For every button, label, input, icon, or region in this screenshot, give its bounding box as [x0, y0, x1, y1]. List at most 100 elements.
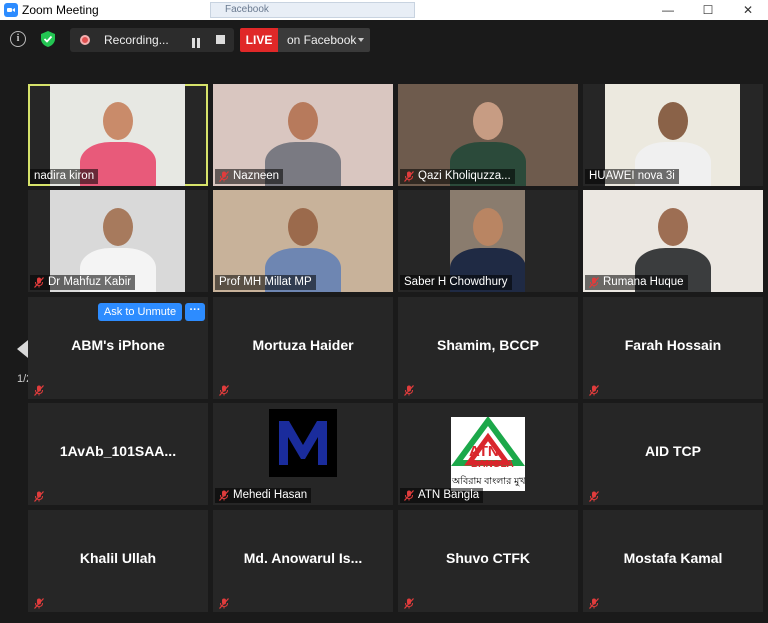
participant-tile[interactable]: nadira kiron — [28, 84, 208, 186]
zoom-app-icon — [4, 3, 18, 17]
participant-name-tag: Saber H Chowdhury — [400, 275, 512, 290]
recording-indicator-icon — [80, 35, 90, 45]
participant-name-tag: Nazneen — [215, 169, 284, 184]
participant-name: Md. Anowarul Is... — [243, 550, 363, 566]
muted-mic-icon — [219, 596, 229, 609]
person-head — [473, 102, 503, 140]
pause-recording-icon[interactable] — [192, 35, 202, 48]
participant-name: Mortuza Haider — [252, 337, 354, 353]
participant-name-tag: Qazi Kholiquzza... — [400, 169, 515, 184]
participant-name: Rumana Huque — [603, 276, 684, 288]
window-titlebar: Zoom Meeting Facebook — ☐ ✕ — [0, 0, 768, 20]
recording-panel: Recording... — [70, 28, 234, 52]
person-head — [472, 208, 503, 246]
muted-mic-icon — [219, 171, 229, 182]
participant-tile[interactable]: Mehedi Hasan — [213, 403, 393, 505]
window-title: Zoom Meeting — [22, 3, 99, 17]
m-logo-icon — [279, 421, 327, 465]
encryption-shield-icon[interactable] — [40, 30, 56, 48]
participant-tile[interactable]: Saber H Chowdhury — [398, 190, 578, 292]
muted-mic-icon — [589, 596, 599, 609]
participant-name: Mehedi Hasan — [233, 489, 308, 501]
participant-name: ATN Bangla — [418, 489, 480, 501]
muted-mic-icon — [404, 383, 414, 396]
participant-name: Shamim, BCCP — [437, 337, 539, 353]
muted-mic-icon — [219, 383, 229, 396]
person-head — [288, 208, 318, 246]
muted-mic-icon — [404, 171, 414, 182]
participant-name: Nazneen — [233, 170, 280, 182]
participant-name: 1AvAb_101SAA... — [59, 443, 177, 459]
participant-tile[interactable]: Dr Mahfuz Kabir — [28, 190, 208, 292]
participant-name-tag: ATN Bangla — [400, 488, 484, 503]
participant-name: Mostafa Kamal — [623, 550, 723, 566]
atn-logo-text: ATN — [469, 443, 499, 460]
participant-tile[interactable]: Mostafa Kamal — [583, 510, 763, 612]
person-head — [658, 208, 688, 246]
participant-name: AID TCP — [645, 443, 701, 459]
live-badge: LIVE — [240, 28, 278, 52]
muted-mic-icon — [404, 490, 414, 501]
participant-name: HUAWEI nova 3i — [589, 170, 675, 182]
participant-name: ABM's iPhone — [71, 337, 165, 353]
participant-tile[interactable]: 1AvAb_101SAA... — [28, 403, 208, 505]
participant-name: Prof MH Millat MP — [219, 276, 312, 288]
participant-tile[interactable]: Mortuza Haider — [213, 297, 393, 399]
participant-name-tag: HUAWEI nova 3i — [585, 169, 679, 184]
participant-tile[interactable]: Shuvo CTFK — [398, 510, 578, 612]
person-head — [288, 102, 318, 140]
muted-mic-icon — [34, 489, 44, 502]
participant-tile[interactable]: Khalil Ullah — [28, 510, 208, 612]
participant-name: Shuvo CTFK — [446, 550, 530, 566]
muted-mic-icon — [34, 277, 44, 288]
atn-logo: ATN BANGLA অবিরাম বাংলার মুখ — [451, 417, 525, 491]
participant-tile[interactable]: ATN BANGLA অবিরাম বাংলার মুখ ATN Bangla — [398, 403, 578, 505]
meeting-info-icon[interactable]: i — [10, 31, 26, 47]
participant-name-tag: Mehedi Hasan — [215, 488, 312, 503]
participant-name-tag: Prof MH Millat MP — [215, 275, 316, 290]
muted-mic-icon — [404, 596, 414, 609]
muted-mic-icon — [219, 490, 229, 501]
person-head — [102, 102, 133, 140]
background-browser-tab: Facebook — [210, 2, 415, 18]
minimize-button[interactable]: — — [648, 0, 688, 20]
participant-name-tag: Dr Mahfuz Kabir — [30, 275, 136, 290]
muted-mic-icon — [589, 277, 599, 288]
close-button[interactable]: ✕ — [728, 0, 768, 20]
participant-tile[interactable]: HUAWEI nova 3i — [583, 84, 763, 186]
participant-name: Farah Hossain — [624, 337, 722, 353]
muted-mic-icon — [589, 383, 599, 396]
participant-tile[interactable]: Shamim, BCCP — [398, 297, 578, 399]
live-destination-label: on Facebook — [287, 33, 357, 47]
participant-tile[interactable]: Prof MH Millat MP — [213, 190, 393, 292]
participant-name: Dr Mahfuz Kabir — [48, 276, 132, 288]
person-head — [657, 102, 688, 140]
participant-name: nadira kiron — [34, 170, 95, 182]
participant-name: Khalil Ullah — [79, 550, 157, 566]
participant-name-tag: Rumana Huque — [585, 275, 688, 290]
ask-to-unmute-button[interactable]: Ask to Unmute — [98, 303, 182, 321]
participant-name-tag: nadira kiron — [30, 169, 99, 184]
live-destination-dropdown[interactable]: on Facebook — [278, 28, 370, 52]
participant-name: Saber H Chowdhury — [404, 276, 508, 288]
recording-label: Recording... — [104, 33, 169, 47]
window-controls: — ☐ ✕ — [648, 0, 768, 20]
maximize-button[interactable]: ☐ — [688, 0, 728, 20]
participant-tile[interactable]: Nazneen — [213, 84, 393, 186]
participant-name: Qazi Kholiquzza... — [418, 170, 511, 182]
participant-tile[interactable]: Rumana Huque — [583, 190, 763, 292]
meeting-top-bar: i Recording... LIVE on Facebook — [0, 20, 768, 64]
muted-mic-icon — [34, 596, 44, 609]
participant-tile[interactable]: AID TCP — [583, 403, 763, 505]
participant-tile[interactable]: Farah Hossain — [583, 297, 763, 399]
participant-tile[interactable]: Qazi Kholiquzza... — [398, 84, 578, 186]
person-head — [102, 208, 133, 246]
stop-recording-icon[interactable] — [216, 35, 225, 44]
muted-mic-icon — [589, 489, 599, 502]
chevron-down-icon — [358, 38, 364, 42]
muted-mic-icon — [34, 383, 44, 396]
participant-tile[interactable]: Md. Anowarul Is... — [213, 510, 393, 612]
more-options-button[interactable]: ··· — [185, 303, 205, 321]
profile-picture — [269, 409, 337, 477]
atn-logo-subtext: BANGLA — [471, 459, 514, 470]
